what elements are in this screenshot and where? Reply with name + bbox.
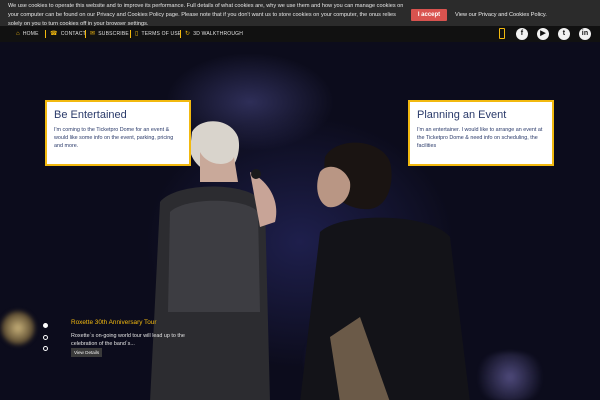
nav-label: TERMS OF USE — [141, 31, 182, 37]
be-entertained-card[interactable]: Be Entertained I'm coming to the Ticketp… — [45, 100, 191, 166]
planning-event-card[interactable]: Planning an Event I'm an entertainer. I … — [408, 100, 554, 166]
envelope-icon: ✉ — [90, 31, 96, 37]
linkedin-icon[interactable]: in — [579, 28, 591, 40]
performer-right-image — [300, 142, 470, 400]
nav-item-terms[interactable]: ▯ TERMS OF USE — [135, 31, 181, 37]
privacy-policy-link[interactable]: View our Privacy and Cookies Policy. — [455, 11, 547, 20]
stage-light — [0, 310, 36, 346]
facebook-icon[interactable]: f — [516, 28, 528, 40]
slide-dot-3[interactable] — [43, 346, 48, 351]
nav-item-contact[interactable]: ☎ CONTACT — [50, 31, 86, 37]
nav-divider — [180, 30, 181, 38]
mobile-icon[interactable] — [499, 28, 505, 39]
nav-divider — [85, 30, 86, 38]
slide-description: Roxette`s on-going world tour will lead … — [71, 333, 185, 347]
card-title: Planning an Event — [417, 109, 507, 121]
nav-divider — [130, 30, 131, 38]
cookie-message: We use cookies to operate this website a… — [8, 3, 404, 27]
nav-label: CONTACT — [60, 31, 86, 37]
cookie-bar: We use cookies to operate this website a… — [0, 0, 600, 27]
nav-item-3d-walkthrough[interactable]: ↻ 3D WALKTHROUGH — [185, 31, 243, 37]
refresh-icon: ↻ — [185, 31, 191, 37]
card-title: Be Entertained — [54, 109, 127, 121]
card-text: I'm an entertainer. I would like to arra… — [417, 127, 543, 149]
slide-title: Roxette 30th Anniversary Tour — [71, 319, 157, 326]
top-nav: ⌂ HOME ☎ CONTACT ✉ SUBSCRIBE ▯ TERMS OF … — [0, 26, 600, 42]
nav-item-subscribe[interactable]: ✉ SUBSCRIBE — [90, 31, 129, 37]
accept-cookies-button[interactable]: I accept — [411, 9, 447, 21]
youtube-icon[interactable]: ▶ — [537, 28, 549, 40]
nav-label: HOME — [22, 31, 39, 37]
slide-dot-1[interactable] — [43, 323, 48, 328]
twitter-icon[interactable]: t — [558, 28, 570, 40]
slide-dot-2[interactable] — [43, 335, 48, 340]
card-text: I'm coming to the Ticketpro Dome for an … — [54, 127, 174, 149]
nav-label: 3D WALKTHROUGH — [193, 31, 244, 37]
nav-label: SUBSCRIBE — [98, 31, 129, 37]
nav-divider — [45, 30, 46, 38]
phone-icon: ☎ — [50, 31, 58, 37]
document-icon: ▯ — [135, 31, 139, 37]
view-details-button[interactable]: View Details — [71, 348, 103, 357]
nav-item-home[interactable]: ⌂ HOME — [16, 31, 39, 37]
home-icon: ⌂ — [16, 31, 20, 37]
